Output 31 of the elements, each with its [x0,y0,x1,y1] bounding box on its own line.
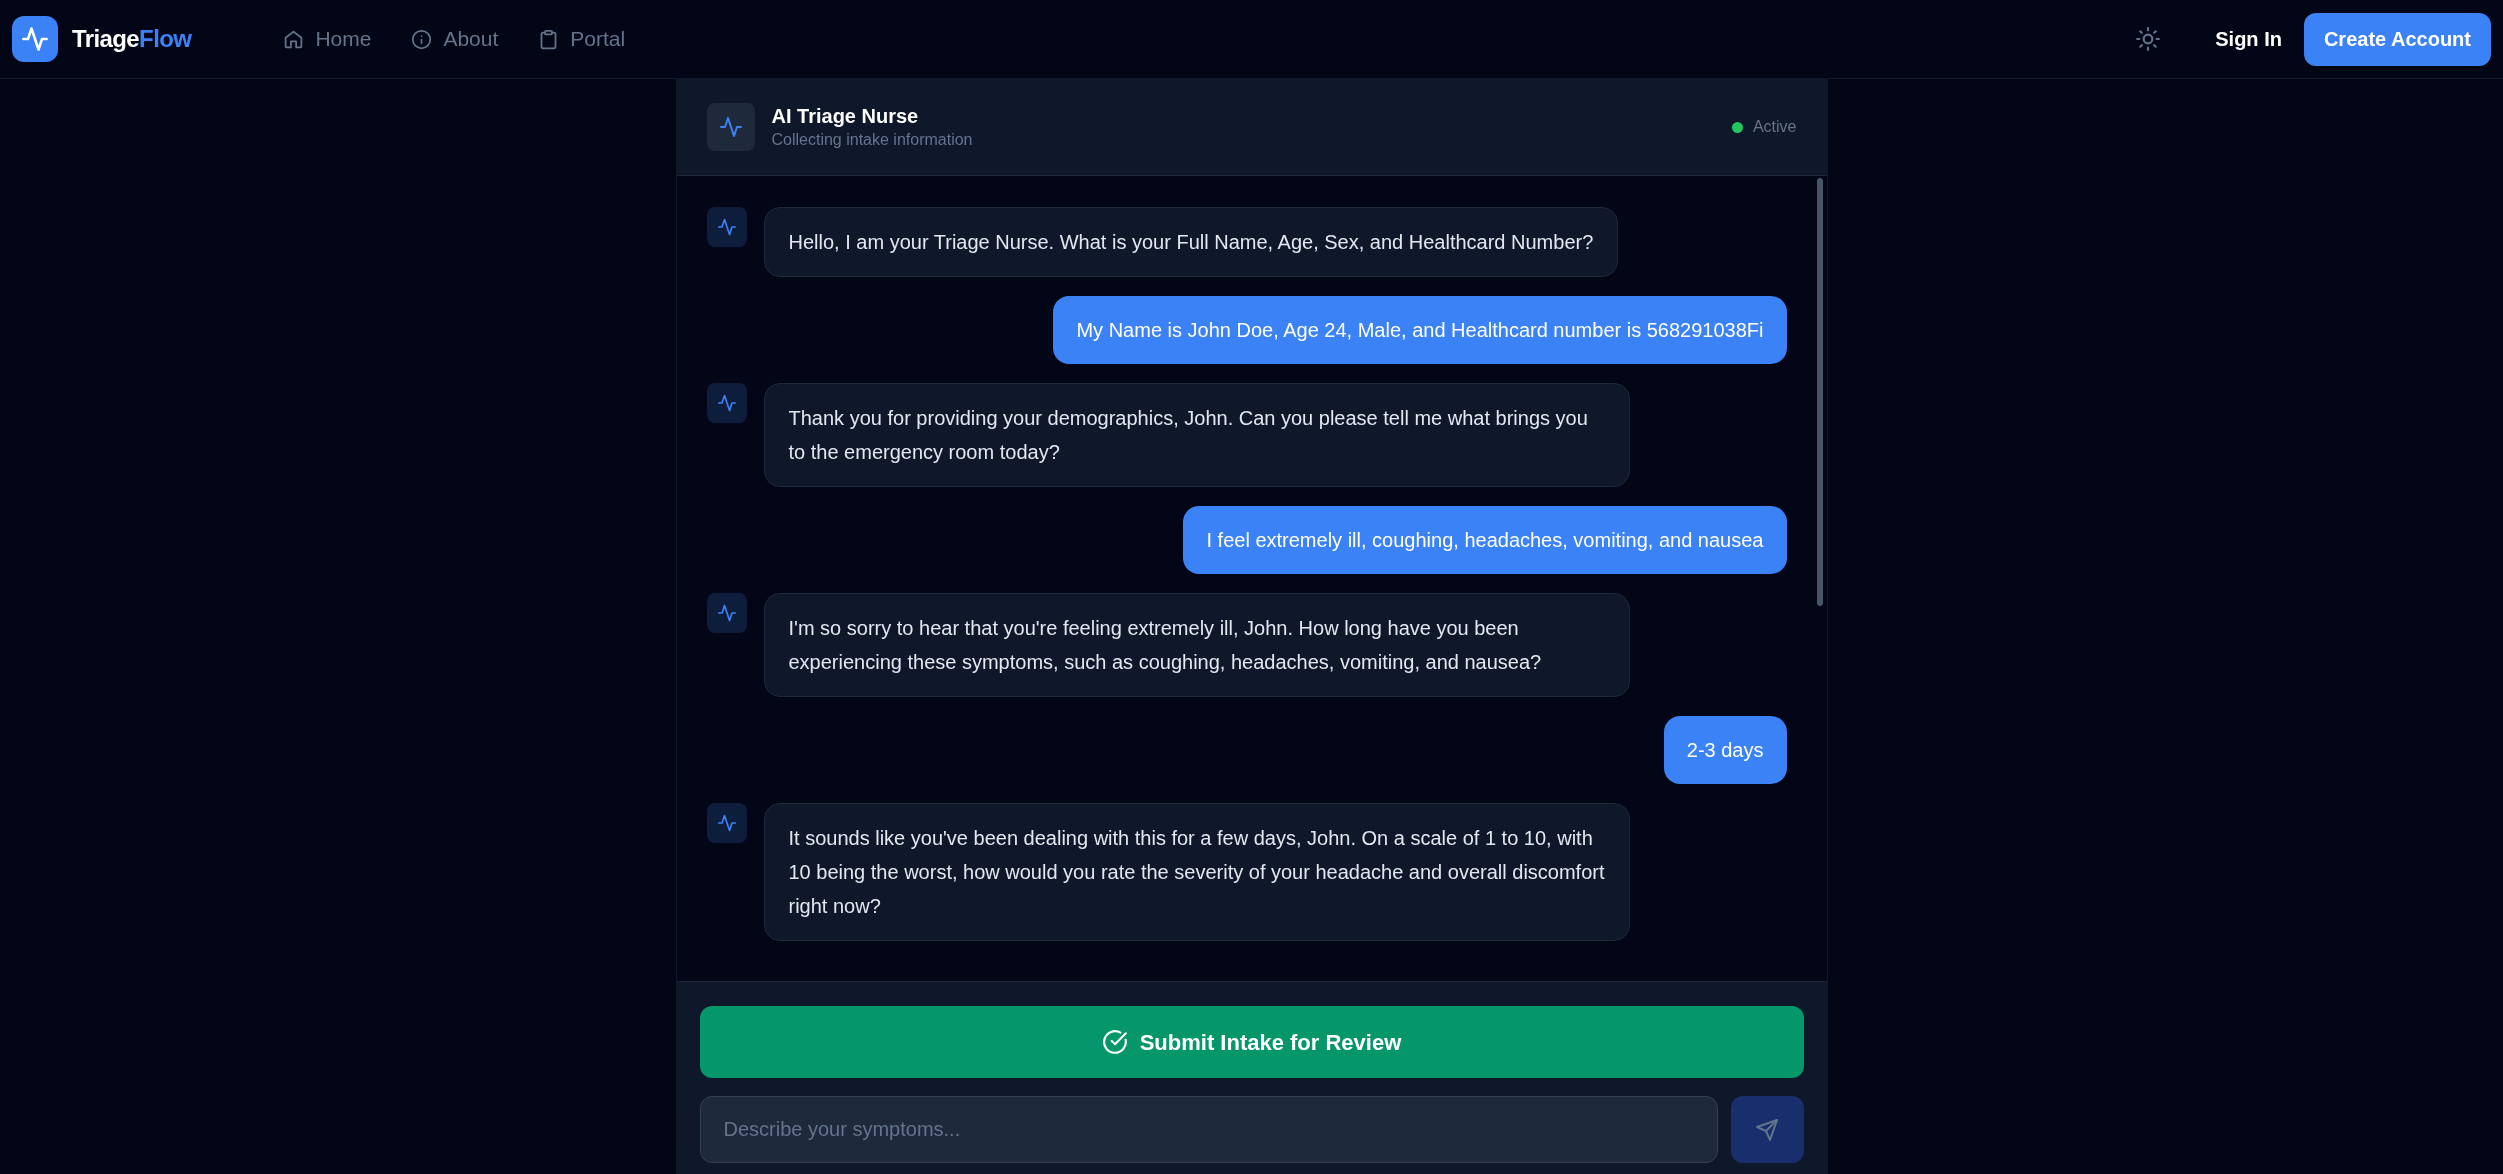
home-icon [283,28,305,50]
submit-intake-button[interactable]: Submit Intake for Review [699,1006,1804,1078]
assistant-message: It sounds like you've been dealing with this for a few days, John. On a scale of 1 to 10, with 10 being the worst, how would you rate the severity of your headache and overall discomfort right now? [763,803,1630,941]
create-account-button[interactable]: Create Account [2303,12,2491,66]
status-label: Active [1752,117,1797,137]
chat-subtitle: Collecting intake information [771,130,973,150]
user-message: I feel extremely ill, coughing, headaches, vomiting, and nausea [1183,506,1787,574]
brand-name[interactable]: TriageFlow [72,21,192,57]
scrollbar-thumb[interactable] [1816,178,1823,606]
send-button[interactable] [1730,1096,1804,1163]
pulse-icon [706,207,747,247]
nav-link[interactable]: Home [283,23,372,55]
send-icon [1755,1117,1779,1142]
pulse-icon [706,103,755,151]
symptoms-input-field[interactable]: Describe your symptoms... [699,1096,1718,1163]
chat-title: AI Triage Nurse [771,104,920,129]
sign-in-button[interactable]: Sign In [2203,14,2294,64]
nav-link[interactable]: Portal [538,23,626,55]
assistant-message: I'm so sorry to hear that you're feeling extremely ill, John. How long have you been experiencing these symptoms, such as coughing, headaches, vomiting, and nausea? [763,593,1630,697]
assistant-message: Thank you for providing your demographics, John. Can you please tell me what brings you to the emergency room today? [763,383,1630,487]
theme-toggle-icon[interactable] [2135,26,2162,52]
pulse-icon [706,593,747,633]
info-icon [411,28,433,50]
nav-link[interactable]: About [411,23,499,55]
logo-icon[interactable] [12,16,58,62]
assistant-message: Hello, I am your Triage Nurse. What is your Full Name, Age, Sex, and Healthcard Number? [763,207,1619,277]
pulse-icon [706,383,747,423]
check-circle-icon [1101,1029,1128,1055]
pulse-icon [706,803,747,843]
user-message: My Name is John Doe, Age 24, Male, and Healthcard number is 568291038Fi [1053,296,1787,364]
user-message: 2-3 days [1663,716,1787,784]
